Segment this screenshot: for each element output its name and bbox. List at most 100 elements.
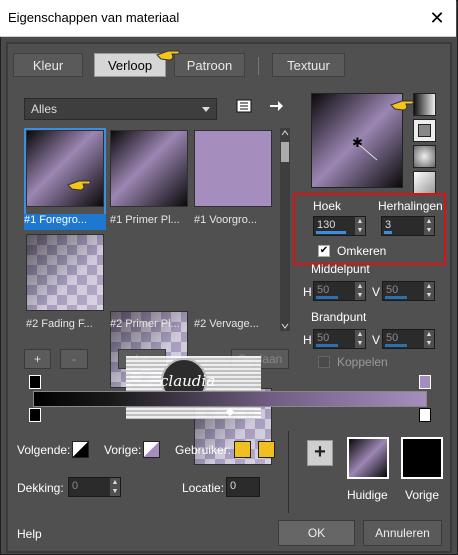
radial-gradient-style-button[interactable] <box>413 171 436 194</box>
previous-label: Vorige <box>405 488 440 502</box>
focalpoint-v-spinbox[interactable]: 50 ▲ ▼ <box>382 329 435 349</box>
spin-arrows-icon[interactable]: ▲ ▼ <box>424 282 434 300</box>
invert-checkbox[interactable]: ✔ <box>318 245 330 257</box>
spin-arrows-icon[interactable]: ▲ ▼ <box>355 217 365 235</box>
watermark-text: claudia <box>160 372 216 390</box>
gallery-item[interactable] <box>26 130 104 207</box>
current-material-swatch[interactable] <box>347 437 389 479</box>
tab-patroon[interactable]: Patroon <box>174 53 245 77</box>
gradient-library-icon[interactable] <box>236 98 252 114</box>
scroll-up-icon[interactable] <box>280 128 290 138</box>
gallery-item-label: #2 Primer Pl... <box>110 318 180 330</box>
repeats-spinbox[interactable]: 3 ▲ ▼ <box>381 216 435 236</box>
angle-value: 130 <box>317 219 336 231</box>
gradient-editor-bar[interactable] <box>33 391 427 407</box>
scroll-down-icon[interactable] <box>280 321 290 331</box>
scrollbar-thumb[interactable] <box>281 142 289 162</box>
gallery-item[interactable] <box>194 130 272 207</box>
focalpoint-v-label: V <box>372 333 381 347</box>
close-button[interactable]: ✕ <box>425 6 449 30</box>
midpoint-h-label: H <box>303 285 312 299</box>
midpoint-v-level <box>385 296 407 299</box>
remove-gradient-button[interactable]: - <box>60 349 88 369</box>
focalpoint-v-level <box>385 344 407 347</box>
invert-label[interactable]: Omkeren <box>337 244 386 258</box>
gallery-item-label: #1 Primer Pl... <box>110 214 180 226</box>
chevron-down-icon <box>202 107 210 112</box>
next-color-label: Volgende: <box>17 443 71 457</box>
gradient-stop-top-right[interactable] <box>419 375 431 389</box>
repeats-label: Herhalingen <box>378 199 443 213</box>
angle-level <box>316 231 346 234</box>
gallery-item-label: #2 Fading F... <box>26 318 93 330</box>
focalpoint-h-label: H <box>303 333 312 347</box>
prev-color-label: Vorige: <box>104 443 142 457</box>
opacity-label: Dekking: <box>17 481 64 495</box>
tab-separator <box>258 57 259 75</box>
gradient-stop-bottom-right[interactable] <box>419 408 431 422</box>
arrow-right-icon[interactable] <box>268 98 284 114</box>
spin-arrows-icon[interactable]: ▲ ▼ <box>110 478 120 496</box>
tab-textuur[interactable]: Textuur <box>272 53 345 77</box>
focalpoint-h-level <box>316 344 338 347</box>
angle-label: Hoek <box>313 199 342 213</box>
user-color-label: Gebruiker: <box>175 443 232 457</box>
add-gradient-button[interactable]: + <box>24 349 51 369</box>
gradient-stop-top-left[interactable] <box>29 375 41 389</box>
gallery-item[interactable] <box>110 130 188 207</box>
cancel-button[interactable]: Annuleren <box>363 520 442 546</box>
focalpoint-label: Brandpunt <box>311 310 367 324</box>
add-to-swatches-button[interactable]: + <box>307 440 333 466</box>
tab-kleur[interactable]: Kleur <box>13 53 83 77</box>
midpoint-v-label: V <box>372 285 381 299</box>
previous-material-swatch[interactable] <box>401 437 443 479</box>
repeats-value: 3 <box>385 219 392 231</box>
gallery-item[interactable] <box>26 234 104 311</box>
opacity-value: 0 <box>72 480 79 492</box>
divider <box>288 431 289 513</box>
next-color-swatch[interactable] <box>72 441 89 458</box>
user-color-swatch-2[interactable] <box>258 441 275 458</box>
gallery-filter-select[interactable]: Alles <box>24 98 217 120</box>
gallery-scrollbar[interactable] <box>280 128 290 331</box>
location-input[interactable]: 0 <box>226 477 260 497</box>
linear-gradient-style-button[interactable] <box>413 93 436 116</box>
midpoint-h-spinbox[interactable]: 50 ▲ ▼ <box>313 281 366 301</box>
opacity-spinbox[interactable]: 0 ▲ ▼ <box>68 477 121 497</box>
midpoint-label: Middelpunt <box>311 262 370 276</box>
focalpoint-h-spinbox[interactable]: 50 ▲ ▼ <box>313 329 366 349</box>
link-checkbox[interactable] <box>318 356 330 368</box>
sunburst-gradient-style-button[interactable] <box>413 145 436 168</box>
user-color-swatch-1[interactable] <box>234 441 251 458</box>
spin-arrows-icon[interactable]: ▲ ▼ <box>424 330 434 348</box>
pointing-hand-icon <box>156 50 180 61</box>
gallery-item-label: #2 Vervage... <box>194 318 259 330</box>
focalpoint-v-value: 50 <box>386 332 399 344</box>
pointing-hand-icon <box>390 100 414 111</box>
rectangular-gradient-style-button[interactable] <box>413 119 436 142</box>
gradient-direction-handle[interactable]: ✱ <box>312 94 402 187</box>
focalpoint-h-value: 50 <box>317 332 330 344</box>
midpoint-h-level <box>316 296 338 299</box>
midpoint-v-value: 50 <box>386 284 399 296</box>
gallery-item-label: #1 Foregro... <box>24 214 106 230</box>
window-title: Eigenschappen van materiaal <box>8 10 180 25</box>
link-label[interactable]: Koppelen <box>337 355 388 369</box>
spin-arrows-icon[interactable]: ▲ ▼ <box>355 330 365 348</box>
angle-spinbox[interactable]: 130 ▲ ▼ <box>313 216 366 236</box>
gallery-filter-value: Alles <box>31 102 58 116</box>
location-value: 0 <box>230 480 237 492</box>
gradient-stop-bottom-left[interactable] <box>29 408 41 422</box>
ok-button[interactable]: OK <box>278 520 355 546</box>
prev-color-swatch[interactable] <box>143 441 160 458</box>
midpoint-h-value: 50 <box>317 284 330 296</box>
current-label: Huidige <box>347 488 388 502</box>
help-link[interactable]: Help <box>17 527 42 541</box>
pointing-hand-icon <box>67 180 91 191</box>
spin-arrows-icon[interactable]: ▲ ▼ <box>355 282 365 300</box>
repeats-level <box>384 231 392 234</box>
location-label: Locatie: <box>182 481 225 495</box>
gallery-item-label: #1 Voorgro... <box>194 214 257 226</box>
midpoint-v-spinbox[interactable]: 50 ▲ ▼ <box>382 281 435 301</box>
spin-arrows-icon[interactable]: ▲ ▼ <box>424 217 434 235</box>
